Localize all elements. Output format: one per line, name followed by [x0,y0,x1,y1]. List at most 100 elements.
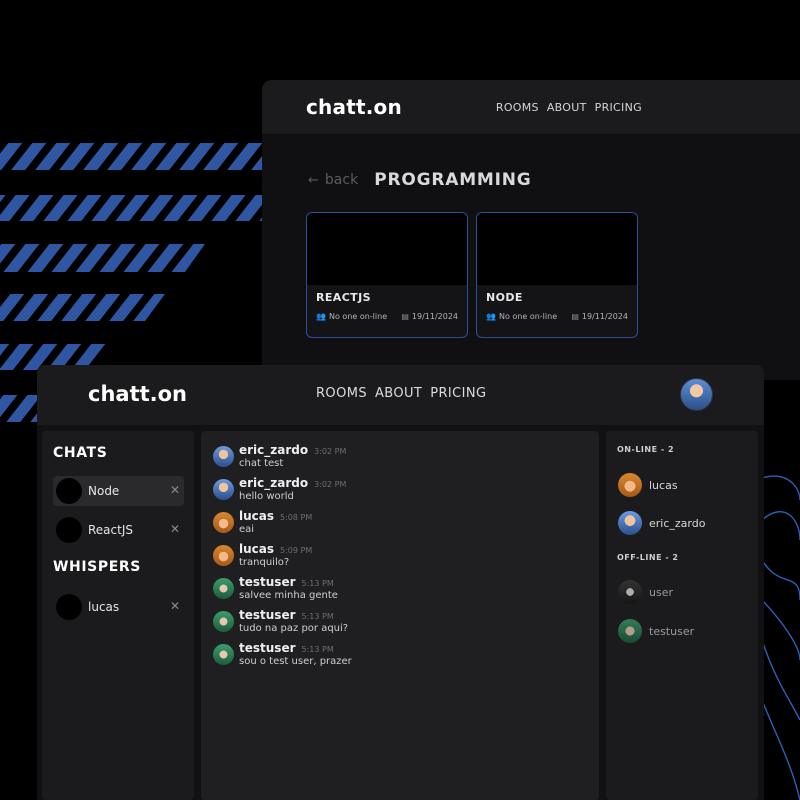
logo[interactable]: chatt.on [306,95,402,119]
room-status-label: No one on-line [328,312,388,321]
stripe-band [0,195,262,221]
member-avatar [618,580,642,604]
sender-name[interactable]: testuser [239,608,296,622]
message-time: 5:09 PM [280,546,313,555]
sender-name[interactable]: testuser [239,575,296,589]
sender-avatar [213,512,234,533]
message-header: testuser 5:13 PM [239,608,334,622]
message-header: eric_zardo 3:02 PM [239,443,346,457]
nav-about[interactable]: ABOUT [547,101,587,114]
member-offline[interactable]: testuser [618,618,694,644]
sender-avatar [213,644,234,665]
chat-window-header: chatt.on ROOMS ABOUT PRICING [37,365,764,425]
room-status: 👥 No one on-line [316,312,387,321]
room-name: NODE [486,291,523,304]
member-avatar [618,619,642,643]
message-text: sou o test user, prazer [239,656,352,667]
room-date: ▤ 19/11/2024 [401,312,458,321]
member-name: user [649,585,673,599]
sender-name[interactable]: lucas [239,509,274,523]
whisper-avatar [56,594,82,620]
offline-title: OFF-LINE - 2 [617,553,679,562]
stripe-band [0,244,205,272]
room-meta: 👥 No one on-line ▤ 19/11/2024 [486,312,628,321]
sender-name[interactable]: testuser [239,641,296,655]
message-time: 3:02 PM [314,447,347,456]
whispers-title: WHISPERS [53,559,141,575]
stripe-band [0,294,165,321]
message-text: hello world [239,491,294,502]
message-header: lucas 5:09 PM [239,542,312,556]
room-meta: 👥 No one on-line ▤ 19/11/2024 [316,312,458,321]
chat-avatar [56,517,82,543]
member-avatar [618,473,642,497]
nav-about[interactable]: ABOUT [375,386,422,401]
member-online[interactable]: lucas [618,472,678,498]
message-time: 5:08 PM [280,513,313,522]
rooms-window-header: chatt.on ROOMS ABOUT PRICING [262,80,800,134]
chat-item-reactjs[interactable]: ReactJS ✕ [53,515,184,545]
message-header: testuser 5:13 PM [239,641,334,655]
chats-title: CHATS [53,445,108,461]
main-nav: ROOMS ABOUT PRICING [316,386,486,401]
sender-name[interactable]: eric_zardo [239,443,308,457]
close-icon[interactable]: ✕ [170,483,180,497]
chat-avatar [56,478,82,504]
room-date-label: 19/11/2024 [411,312,458,321]
room-status: 👥 No one on-line [486,312,557,321]
member-name: testuser [649,624,695,638]
room-name: REACTJS [316,291,371,304]
message-text: salvee minha gente [239,590,338,601]
room-card-reactjs[interactable]: REACTJS 👥 No one on-line ▤ 19/11/2024 [306,212,468,338]
online-title: ON-LINE - 2 [617,445,675,454]
whisper-item-lucas[interactable]: lucas ✕ [53,592,184,622]
rooms-window: chatt.on ROOMS ABOUT PRICING ← back PROG… [262,80,800,380]
stripe-band [0,143,262,170]
message-text: tranquilo? [239,557,290,568]
member-name: eric_zardo [649,516,706,530]
chat-item-node[interactable]: Node ✕ [53,476,184,506]
wave-lines [761,475,800,800]
message-list[interactable]: eric_zardo 3:02 PM chat test eric_zardo 3:… [201,431,599,800]
message-text: tudo na paz por aqui? [239,623,349,634]
message-text: eai [239,524,255,535]
whisper-label: lucas [88,600,120,614]
users-icon: 👥 [316,312,326,321]
member-online[interactable]: eric_zardo [618,510,705,536]
back-link[interactable]: ← back [308,172,358,188]
nav-rooms[interactable]: ROOMS [316,386,367,401]
main-nav: ROOMS ABOUT PRICING [496,101,642,114]
chat-label: Node [88,484,120,498]
members-panel: ON-LINE - 2 lucas eric_zardo OFF-LINE - … [606,431,758,800]
message-time: 5:13 PM [301,579,334,588]
sender-name[interactable]: lucas [239,542,274,556]
calendar-icon: ▤ [571,312,579,321]
close-icon[interactable]: ✕ [170,522,180,536]
room-date-label: 19/11/2024 [581,312,628,321]
sender-name[interactable]: eric_zardo [239,476,308,490]
nav-pricing[interactable]: PRICING [595,101,642,114]
sender-avatar [213,446,234,467]
page-heading: ← back PROGRAMMING [308,170,532,190]
message-time: 5:13 PM [301,645,334,654]
calendar-icon: ▤ [401,312,409,321]
room-status-label: No one on-line [498,312,558,321]
nav-rooms[interactable]: ROOMS [496,101,539,114]
user-avatar[interactable] [680,378,713,411]
member-offline[interactable]: user [618,579,673,605]
stripe-band [0,395,38,422]
users-icon: 👥 [486,312,496,321]
sender-avatar [213,545,234,566]
chat-window: chatt.on ROOMS ABOUT PRICING CHATS Node … [37,365,764,800]
logo[interactable]: chatt.on [88,382,187,406]
room-thumbnail [307,213,467,285]
room-card-node[interactable]: NODE 👥 No one on-line ▤ 19/11/2024 [476,212,638,338]
room-thumbnail [477,213,637,285]
close-icon[interactable]: ✕ [170,599,180,613]
message-header: lucas 5:08 PM [239,509,312,523]
nav-pricing[interactable]: PRICING [430,386,486,401]
sender-avatar [213,611,234,632]
arrow-left-icon: ← [308,172,319,188]
message-header: testuser 5:13 PM [239,575,334,589]
chats-sidebar: CHATS Node ✕ ReactJS ✕ WHISPERS lucas ✕ [42,431,194,800]
